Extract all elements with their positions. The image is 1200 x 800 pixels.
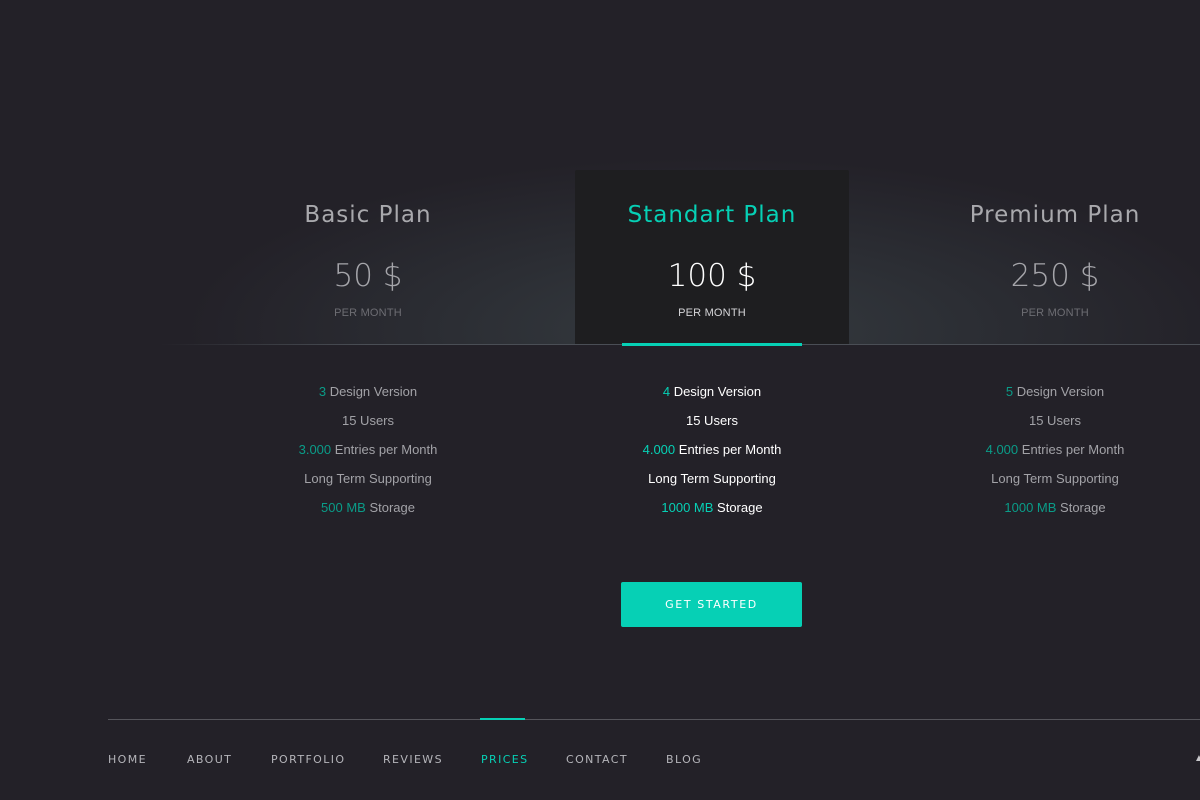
plan-price: 100 $ (667, 258, 757, 294)
plan-period: PER MONTH (678, 307, 746, 319)
feature-item: Long Term Supporting (991, 471, 1119, 486)
plan-standart-features: 4 Design Version 15 Users 4.000 Entries … (575, 382, 849, 527)
feature-item: 1000 MB Storage (1004, 500, 1106, 515)
plan-title: Standart Plan (627, 202, 797, 228)
feature-item: 3 Design Version (318, 384, 418, 399)
nav-active-indicator (480, 718, 525, 720)
feature-item: Long Term Supporting (304, 471, 432, 486)
nav-item-blog[interactable]: BLOG (666, 753, 702, 766)
feature-item: 15 Users (1028, 413, 1082, 428)
plan-title: Premium Plan (969, 202, 1141, 228)
plan-premium-features: 5 Design Version 15 Users 4.000 Entries … (918, 382, 1192, 527)
nav-item-portfolio[interactable]: PORTFOLIO (271, 753, 345, 766)
feature-item: 4.000 Entries per Month (642, 442, 782, 457)
plan-period: PER MONTH (334, 307, 402, 319)
plan-title: Basic Plan (304, 202, 432, 228)
partial-icon[interactable]: ▲ (1194, 754, 1200, 764)
feature-item: Long Term Supporting (648, 471, 776, 486)
nav-item-reviews[interactable]: REVIEWS (383, 753, 443, 766)
featured-plan-underline (622, 343, 802, 346)
nav-item-home[interactable]: HOME (108, 753, 147, 766)
footer-divider (108, 719, 1200, 720)
feature-item: 15 Users (685, 413, 739, 428)
feature-item: 5 Design Version (1005, 384, 1105, 399)
feature-item: 1000 MB Storage (661, 500, 763, 515)
get-started-button[interactable]: GET STARTED (621, 582, 802, 627)
plan-period: PER MONTH (1021, 307, 1089, 319)
nav-item-prices[interactable]: PRICES (481, 753, 529, 766)
plan-standart-header: Standart Plan 100 $ PER MONTH (575, 170, 849, 345)
pricing-page: Basic Plan 50 $ PER MONTH Standart Plan … (0, 0, 1200, 800)
plan-basic-features: 3 Design Version 15 Users 3.000 Entries … (231, 382, 505, 527)
plan-premium-header: Premium Plan 250 $ PER MONTH (918, 170, 1192, 345)
nav-item-contact[interactable]: CONTACT (566, 753, 628, 766)
feature-item: 3.000 Entries per Month (298, 442, 438, 457)
plan-price: 50 $ (333, 258, 403, 294)
nav-item-about[interactable]: ABOUT (187, 753, 232, 766)
plan-price: 250 $ (1010, 258, 1100, 294)
feature-item: 4.000 Entries per Month (985, 442, 1125, 457)
feature-item: 4 Design Version (662, 384, 762, 399)
feature-item: 15 Users (341, 413, 395, 428)
footer-nav: HOME ABOUT PORTFOLIO REVIEWS PRICES CONT… (0, 753, 1200, 773)
plan-basic-header: Basic Plan 50 $ PER MONTH (231, 170, 505, 345)
feature-item: 500 MB Storage (321, 500, 415, 515)
